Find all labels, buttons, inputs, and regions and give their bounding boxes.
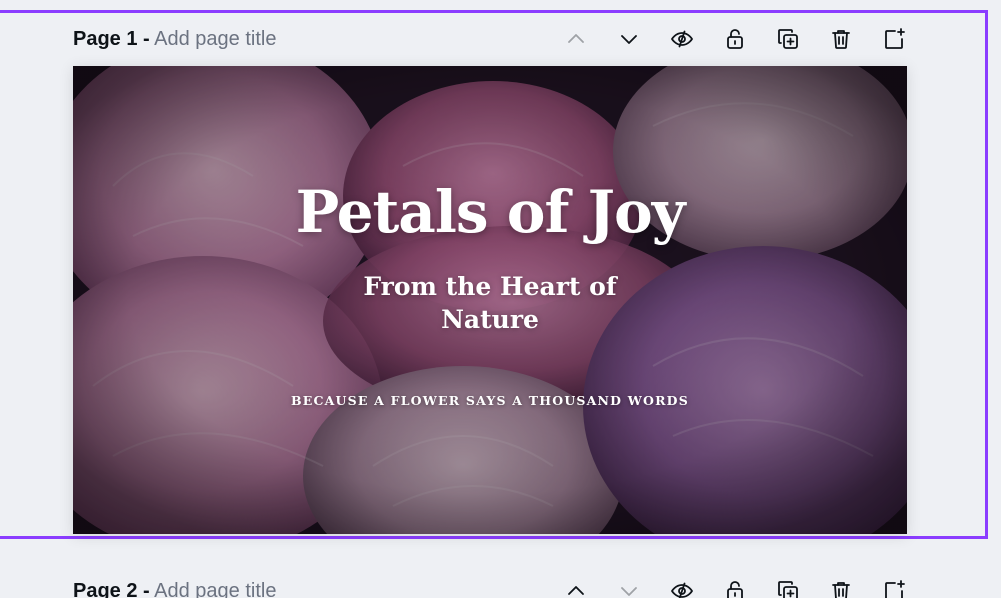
lock-page-button[interactable] bbox=[721, 578, 748, 598]
add-page-button[interactable] bbox=[880, 578, 907, 598]
move-page-down-button[interactable] bbox=[615, 26, 642, 53]
move-page-up-button[interactable] bbox=[562, 578, 589, 598]
duplicate-page-button[interactable] bbox=[774, 26, 801, 53]
duplicate-icon bbox=[777, 29, 798, 49]
delete-page-button[interactable] bbox=[827, 26, 854, 53]
page-1-header: Page 1 - Add page title bbox=[73, 24, 907, 54]
page-1-label: Page 1 - Add page title bbox=[73, 28, 276, 51]
page-2-title-input[interactable]: Add page title bbox=[154, 580, 276, 598]
page-2-number: Page 2 - bbox=[73, 579, 150, 598]
lock-icon bbox=[726, 581, 743, 598]
page-2-header: Page 2 - Add page title bbox=[73, 576, 907, 598]
editor-canvas: Page 1 - Add page title Petals of Joy Fr… bbox=[0, 0, 1001, 598]
page-2-label: Page 2 - Add page title bbox=[73, 580, 276, 598]
hide-eye-icon bbox=[670, 30, 693, 48]
design-page-1[interactable]: Petals of Joy From the Heart of Nature B… bbox=[73, 66, 907, 534]
delete-page-button[interactable] bbox=[827, 578, 854, 598]
duplicate-icon bbox=[777, 581, 798, 598]
design-subhead-line-2: Nature bbox=[441, 305, 539, 334]
duplicate-page-button[interactable] bbox=[774, 578, 801, 598]
lock-page-button[interactable] bbox=[721, 26, 748, 53]
lock-icon bbox=[726, 29, 743, 49]
move-page-down-button[interactable] bbox=[615, 578, 642, 598]
add-page-icon bbox=[884, 580, 905, 598]
chevron-up-icon bbox=[567, 34, 584, 43]
design-subhead[interactable]: From the Heart of Nature bbox=[73, 270, 907, 336]
add-page-button[interactable] bbox=[880, 26, 907, 53]
page-1-title-input[interactable]: Add page title bbox=[154, 28, 276, 50]
move-page-up-button[interactable] bbox=[562, 26, 589, 53]
chevron-down-icon bbox=[620, 587, 637, 596]
trash-icon bbox=[831, 582, 850, 598]
chevron-up-icon bbox=[567, 586, 584, 595]
chevron-down-icon bbox=[620, 35, 637, 44]
page-2-toolbar bbox=[536, 578, 907, 598]
hide-page-button[interactable] bbox=[668, 26, 695, 53]
page-1-number: Page 1 - bbox=[73, 27, 150, 50]
add-page-icon bbox=[884, 28, 905, 49]
trash-icon bbox=[831, 30, 850, 49]
design-subhead-line-1: From the Heart of bbox=[363, 272, 617, 301]
design-headline[interactable]: Petals of Joy bbox=[73, 178, 907, 246]
page-1-toolbar bbox=[536, 26, 907, 53]
hide-eye-icon bbox=[670, 582, 693, 598]
design-tagline[interactable]: BECAUSE A FLOWER SAYS A THOUSAND WORDS bbox=[73, 393, 907, 408]
hide-page-button[interactable] bbox=[668, 578, 695, 598]
